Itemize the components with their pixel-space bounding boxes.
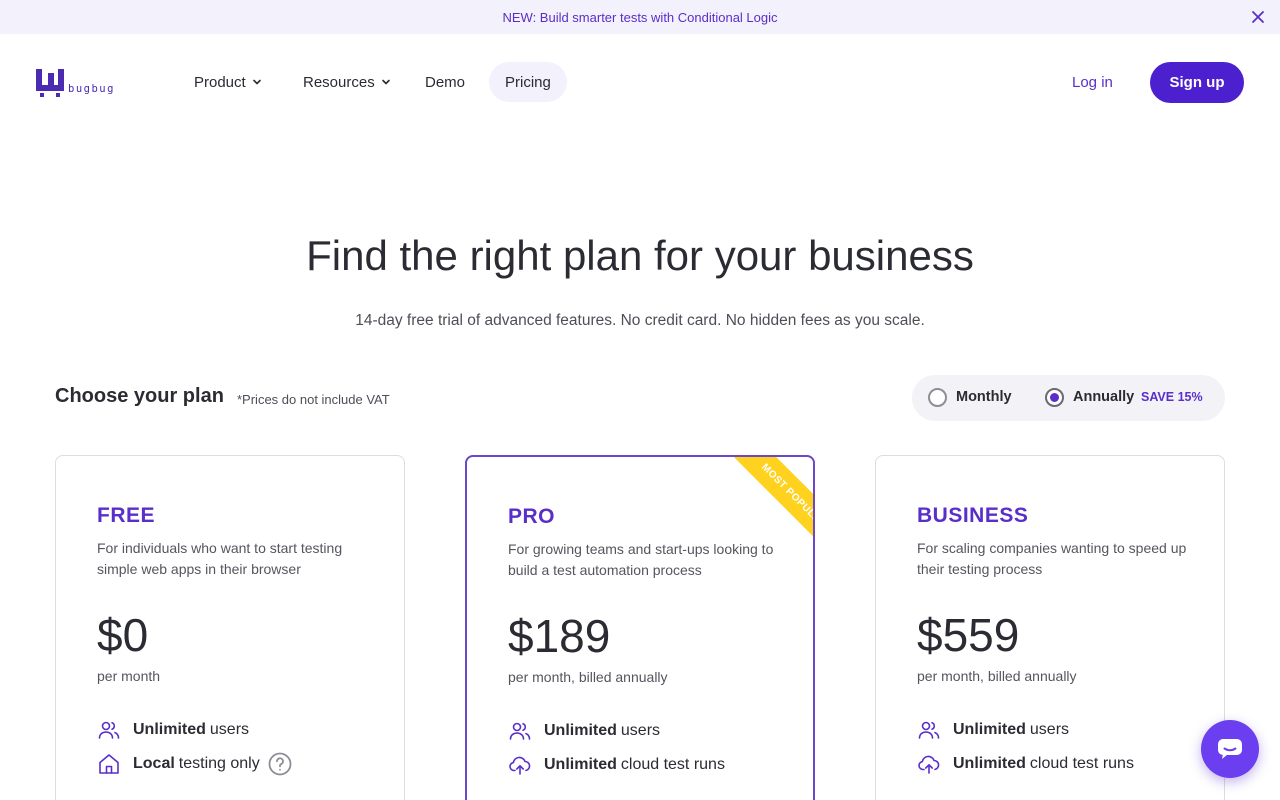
monthly-label[interactable]: Monthly [956,389,1012,405]
nav-demo-label: Demo [425,73,466,91]
feature-bold: Unlimited [544,756,617,773]
nav-resources[interactable]: Resources [303,62,391,102]
page-subtitle: 14-day free trial of advanced features. … [355,312,925,329]
feature-text: users [620,722,661,739]
plan-name: BUSINESS [917,504,1029,527]
feature-text: users [1029,721,1070,738]
feature-bold: Unlimited [544,722,617,739]
page-title: Find the right plan for your business [306,232,974,279]
feature-item: Unlimited users [508,719,660,743]
cloud-upload-icon [918,755,940,774]
plan-period: per month [97,668,161,684]
chevron-down-icon [252,79,261,85]
plan-price: $0 [97,609,149,661]
bug-logo-icon [36,69,64,97]
home-icon [99,754,119,774]
users-icon [98,721,120,739]
logo-wordmark: bugbug [68,83,115,95]
plan-name: PRO [508,505,556,528]
plan-card-free: FREE For individuals who want to start t… [55,455,405,800]
users-icon [509,722,531,740]
plan-period: per month, billed annually [917,668,1077,684]
chat-icon [1218,739,1242,759]
cloud-upload-icon [509,756,531,775]
feature-item: Unlimited cloud test runs [917,752,1134,776]
nav-demo[interactable]: Demo [425,62,465,102]
feature-text: users [209,721,250,738]
nav-pricing[interactable]: Pricing [489,62,567,102]
close-icon[interactable] [1250,9,1266,25]
nav-resources-label: Resources [303,73,375,91]
vat-note: *Prices do not include VAT [237,392,390,407]
feature-text: cloud test runs [620,756,725,773]
feature-item: Unlimited users [917,718,1069,742]
bugbug-logo[interactable]: bugbug [36,69,126,97]
feature-bold: Unlimited [133,721,206,738]
nav-product[interactable]: Product [194,62,262,102]
plan-description: For growing teams and start-ups looking … [508,541,774,578]
nav-pricing-label: Pricing [505,73,551,91]
plan-card-business: BUSINESS For scaling companies wanting t… [875,455,1225,800]
feature-item: Unlimited cloud test runs [508,753,725,777]
plan-description: For scaling companies wanting to speed u… [917,540,1187,577]
login-link[interactable]: Log in [1072,62,1113,102]
feature-text: cloud test runs [1029,755,1134,772]
signup-button[interactable]: Sign up [1150,62,1244,103]
plan-period: per month, billed annually [508,669,668,685]
announcement-banner: NEW: Build smarter tests with Conditiona… [0,0,1280,34]
feature-item: Local testing only [97,752,304,776]
plan-price: $189 [508,610,611,662]
feature-bold: Unlimited [953,721,1026,738]
users-icon [918,721,940,739]
help-icon[interactable] [268,752,292,776]
nav-product-label: Product [194,73,246,91]
annually-label[interactable]: Annually [1073,389,1134,405]
feature-bold: Unlimited [953,755,1026,772]
monthly-radio[interactable] [928,388,947,407]
plan-price: $559 [917,609,1020,661]
feature-text: testing only [178,755,260,772]
announcement-link[interactable]: NEW: Build smarter tests with Conditiona… [502,10,777,25]
choose-plan-heading: Choose your plan [55,385,224,407]
feature-bold: Local [133,755,175,772]
billing-toggle: Monthly Annually SAVE 15% [912,375,1225,421]
save-badge: SAVE 15% [1141,390,1203,404]
annually-radio[interactable] [1045,388,1064,407]
plan-card-pro: MOST POPULAR PRO For growing teams and s… [465,455,815,800]
plan-name: FREE [97,504,156,527]
chat-launcher-button[interactable] [1201,720,1259,778]
plan-description: For individuals who want to start testin… [97,540,343,577]
top-nav: bugbug Product Resources Demo Pricing Lo… [0,34,1280,130]
chevron-down-icon [381,79,390,85]
feature-item: Unlimited users [97,718,249,742]
